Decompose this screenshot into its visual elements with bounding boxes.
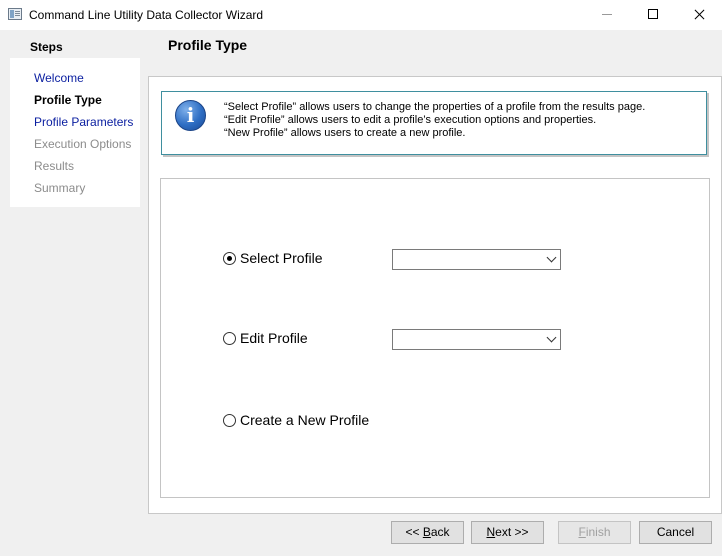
back-button[interactable]: << Back [391, 521, 464, 544]
app-window-icon [8, 8, 22, 20]
step-execution-options: Execution Options [34, 137, 132, 151]
new-profile-label[interactable]: Create a New Profile [240, 412, 369, 428]
window-title: Command Line Utility Data Collector Wiza… [29, 8, 264, 22]
steps-list: Welcome Profile Type Profile Parameters … [10, 58, 140, 207]
select-profile-dropdown[interactable] [392, 249, 561, 270]
cancel-button[interactable]: Cancel [639, 521, 712, 544]
close-button[interactable] [676, 0, 722, 30]
info-icon: i [175, 100, 206, 131]
info-line-edit: “Edit Profile” allows users to edit a pr… [224, 114, 597, 126]
title-bar: Command Line Utility Data Collector Wiza… [0, 0, 722, 30]
step-profile-type: Profile Type [34, 93, 102, 107]
edit-profile-dropdown[interactable] [392, 329, 561, 350]
select-profile-label[interactable]: Select Profile [240, 250, 322, 266]
page-title: Profile Type [168, 37, 248, 53]
step-welcome[interactable]: Welcome [34, 71, 84, 85]
info-line-select: “Select Profile” allows users to change … [224, 101, 646, 113]
maximize-button[interactable] [630, 0, 676, 30]
step-summary: Summary [34, 181, 86, 195]
info-box: i “Select Profile” allows users to chang… [161, 91, 707, 155]
chevron-down-icon [546, 332, 557, 343]
step-results: Results [34, 159, 75, 173]
new-profile-radio[interactable] [223, 414, 236, 427]
info-line-new: “New Profile” allows users to create a n… [224, 127, 466, 139]
minimize-button[interactable] [584, 0, 630, 30]
finish-button[interactable]: Finish [558, 521, 631, 544]
edit-profile-label[interactable]: Edit Profile [240, 330, 308, 346]
edit-profile-radio[interactable] [223, 332, 236, 345]
select-profile-radio[interactable] [223, 252, 236, 265]
steps-heading: Steps [30, 40, 63, 54]
next-button[interactable]: Next >> [471, 521, 544, 544]
chevron-down-icon [546, 252, 557, 263]
step-profile-parameters[interactable]: Profile Parameters [34, 115, 133, 129]
